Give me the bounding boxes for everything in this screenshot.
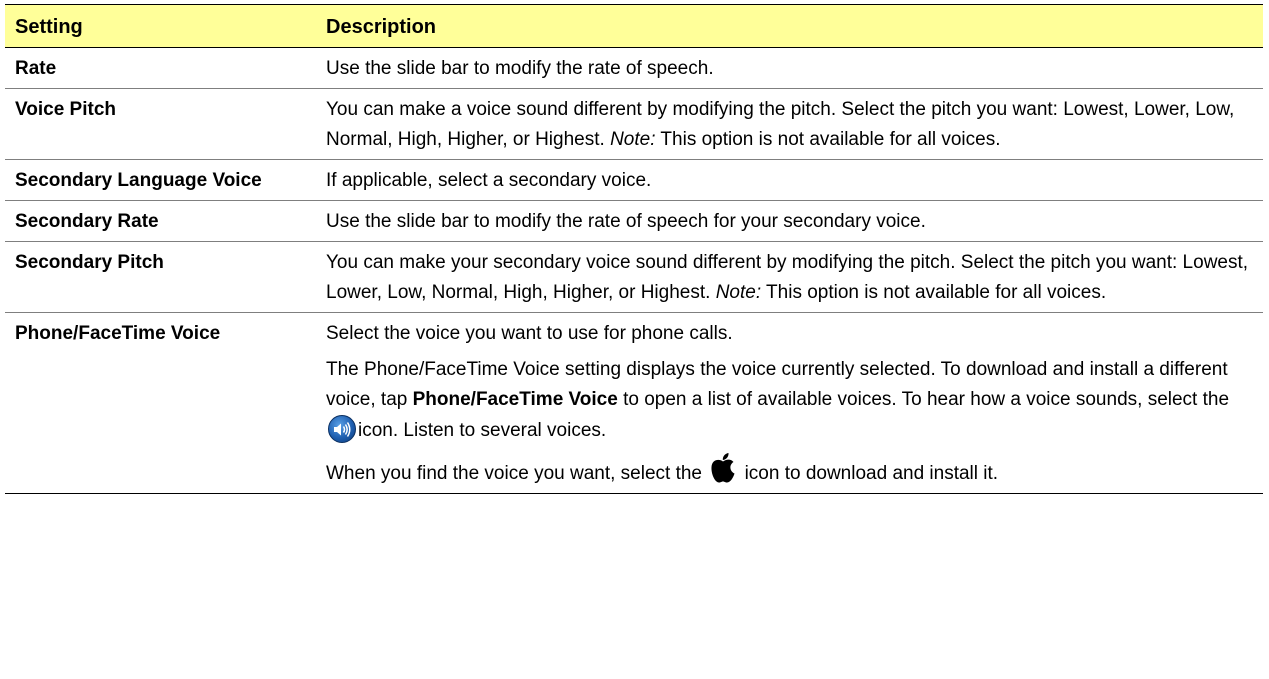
note-text: This option is not available for all voi… (766, 282, 1107, 303)
setting-description: If applicable, select a secondary voice. (316, 159, 1263, 201)
note-text: This option is not available for all voi… (660, 129, 1001, 150)
description-text: icon to download and install it. (744, 463, 999, 484)
description-text: icon. Listen to several voices. (358, 420, 607, 441)
table-row-secondary-rate: Secondary Rate Use the slide bar to modi… (5, 200, 1263, 242)
setting-name: Phone/FaceTime Voice (5, 312, 316, 494)
table-row-secondary-pitch: Secondary Pitch You can make your second… (5, 241, 1263, 313)
description-text: to open a list of available voices. To h… (623, 389, 1230, 410)
setting-name: Secondary Rate (5, 200, 316, 242)
setting-name: Voice Pitch (5, 88, 316, 160)
table-row-rate: Rate Use the slide bar to modify the rat… (5, 47, 1263, 89)
setting-description: Select the voice you want to use for pho… (316, 312, 1263, 494)
speaker-icon (328, 415, 356, 443)
setting-description: Use the slide bar to modify the rate of … (316, 200, 1263, 242)
description-paragraph: Select the voice you want to use for pho… (326, 323, 733, 344)
setting-description: You can make your secondary voice sound … (316, 241, 1263, 313)
note-label: Note: (715, 282, 762, 303)
column-header-setting: Setting (5, 4, 316, 48)
description-text: When you find the voice you want, select… (326, 463, 702, 484)
setting-name: Secondary Pitch (5, 241, 316, 313)
setting-description: You can make a voice sound different by … (316, 88, 1263, 160)
description-paragraph: The Phone/FaceTime Voice setting display… (326, 355, 1253, 446)
setting-name: Rate (5, 47, 316, 89)
description-paragraph: When you find the voice you want, select… (326, 452, 1253, 489)
note-label: Note: (610, 129, 656, 150)
setting-description: Use the slide bar to modify the rate of … (316, 47, 1263, 89)
settings-table: Setting Description Rate Use the slide b… (5, 4, 1263, 494)
table-row-voice-pitch: Voice Pitch You can make a voice sound d… (5, 88, 1263, 160)
table-header-row: Setting Description (5, 4, 1263, 48)
apple-icon (711, 453, 735, 483)
column-header-description: Description (316, 4, 1263, 48)
table-row-phone-facetime-voice: Phone/FaceTime Voice Select the voice yo… (5, 312, 1263, 494)
setting-reference: Phone/FaceTime Voice (412, 389, 618, 410)
setting-name: Secondary Language Voice (5, 159, 316, 201)
table-row-secondary-language-voice: Secondary Language Voice If applicable, … (5, 159, 1263, 201)
